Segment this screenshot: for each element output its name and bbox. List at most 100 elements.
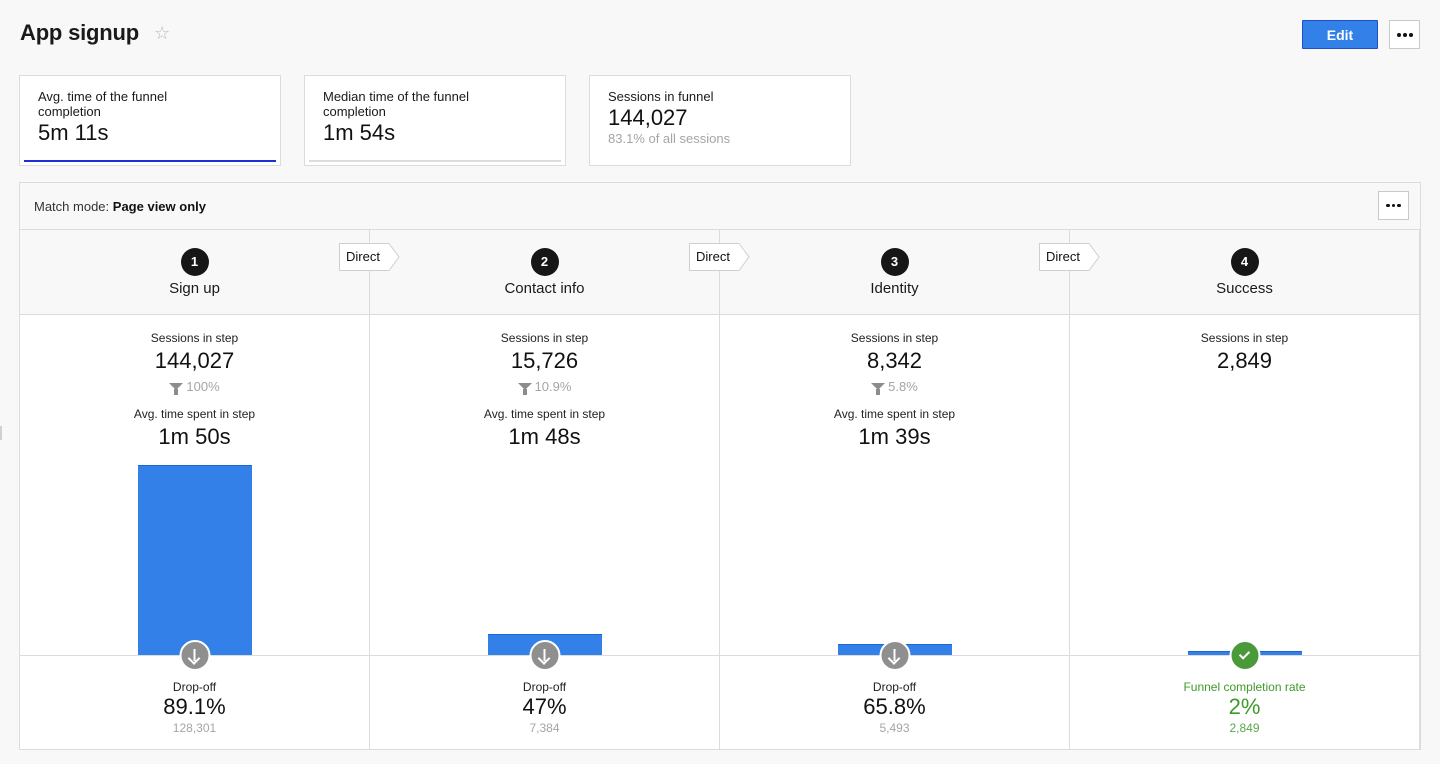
step-name: Sign up: [20, 280, 369, 297]
conversion-percent: 100%: [20, 379, 369, 394]
kpi-subtext: 83.1% of all sessions: [608, 131, 832, 147]
sessions-label: Sessions in step: [1070, 331, 1419, 345]
step-name: Identity: [720, 280, 1069, 297]
step-header[interactable]: 2 Contact info: [370, 230, 719, 315]
step-footer: Drop-off 47% 7,384: [370, 655, 719, 749]
check-icon: [1239, 648, 1250, 659]
step-name: Contact info: [370, 280, 719, 297]
step-footer: Drop-off 65.8% 5,493: [720, 655, 1069, 749]
sessions-value: 15,726: [370, 348, 719, 374]
page-title: App signup: [20, 18, 139, 48]
tab-indicator: [309, 160, 561, 162]
page-header: App signup ☆ Edit: [20, 18, 1420, 50]
kpi-card-sessions: Sessions in funnel 144,027 83.1% of all …: [589, 75, 851, 166]
edit-button[interactable]: Edit: [1302, 20, 1378, 49]
funnel-icon: [518, 383, 532, 390]
kpi-label: Sessions in funnel: [608, 89, 798, 104]
footer-label: Drop-off: [370, 680, 719, 694]
tag-arrow-icon: [388, 243, 400, 271]
footer-count: 2,849: [1070, 721, 1419, 735]
match-mode-label: Match mode:: [34, 199, 109, 214]
arrow-down-icon: [189, 649, 201, 663]
footer-value: 89.1%: [20, 694, 369, 720]
step-header[interactable]: 4 Success: [1070, 230, 1419, 315]
funnel-panel-header: Match mode: Page view only: [20, 183, 1420, 230]
step-header[interactable]: 3 Identity: [720, 230, 1069, 315]
more-options-button[interactable]: [1389, 20, 1420, 49]
ellipsis-dot: [1397, 204, 1401, 208]
funnel-panel: Match mode: Page view only 1 Sign up Ses…: [19, 182, 1421, 750]
step-footer: Drop-off 89.1% 128,301: [20, 655, 369, 749]
dropoff-marker[interactable]: [879, 640, 910, 671]
footer-value: 47%: [370, 694, 719, 720]
ellipsis-icon: [1386, 204, 1390, 208]
funnel-icon: [169, 383, 183, 390]
kpi-card-median-time[interactable]: Median time of the funnel completion 1m …: [304, 75, 566, 166]
match-mode: Match mode: Page view only: [34, 199, 206, 214]
step-number-badge: 1: [181, 248, 209, 276]
footer-count: 5,493: [720, 721, 1069, 735]
step-body: Sessions in step 144,027 100% Avg. time …: [20, 315, 369, 655]
bar-area: [838, 463, 952, 655]
star-outline-icon[interactable]: ☆: [154, 22, 170, 44]
conversion-percent-value: 10.9%: [535, 379, 572, 394]
tag-arrow-icon: [1088, 243, 1100, 271]
sessions-value: 144,027: [20, 348, 369, 374]
funnel-step-2: 2 Contact info Sessions in step 15,726 1…: [370, 230, 720, 749]
footer-count: 128,301: [20, 721, 369, 735]
avg-time-value: 1m 50s: [20, 424, 369, 450]
funnel-step-3: 3 Identity Sessions in step 8,342 5.8% A…: [720, 230, 1070, 749]
sessions-label: Sessions in step: [20, 331, 369, 345]
bar-area: [138, 463, 252, 655]
conversion-percent: 5.8%: [720, 379, 1069, 394]
kpi-value: 1m 54s: [323, 120, 547, 146]
match-mode-value: Page view only: [113, 199, 206, 214]
step-number-badge: 4: [1231, 248, 1259, 276]
footer-label: Funnel completion rate: [1070, 680, 1419, 694]
arrow-down-icon: [889, 649, 901, 663]
funnel-steps: 1 Sign up Sessions in step 144,027 100% …: [20, 230, 1420, 749]
funnel-bar[interactable]: [138, 465, 252, 655]
dropoff-marker[interactable]: [179, 640, 210, 671]
dropoff-marker[interactable]: [529, 640, 560, 671]
tag-arrow-icon: [738, 243, 750, 271]
left-edge-handle[interactable]: [0, 426, 2, 440]
step-body: Sessions in step 15,726 10.9% Avg. time …: [370, 315, 719, 655]
connector-label: Direct: [1039, 243, 1089, 271]
step-number-badge: 3: [881, 248, 909, 276]
connector-label: Direct: [339, 243, 389, 271]
sessions-label: Sessions in step: [370, 331, 719, 345]
ellipsis-dot: [1409, 33, 1413, 37]
kpi-label: Median time of the funnel completion: [323, 89, 513, 119]
footer-value: 2%: [1070, 694, 1419, 720]
avg-time-label: Avg. time spent in step: [20, 407, 369, 421]
funnel-step-1: 1 Sign up Sessions in step 144,027 100% …: [20, 230, 370, 749]
ellipsis-dot: [1392, 204, 1396, 208]
funnel-step-4: 4 Success Sessions in step 2,849 Funnel …: [1070, 230, 1420, 749]
connector-label: Direct: [689, 243, 739, 271]
sessions-value: 2,849: [1070, 348, 1419, 374]
bar-area: [1188, 463, 1302, 655]
kpi-label: Avg. time of the funnel completion: [38, 89, 228, 119]
kpi-cards: Avg. time of the funnel completion 5m 11…: [19, 75, 851, 166]
footer-label: Drop-off: [20, 680, 369, 694]
sessions-label: Sessions in step: [720, 331, 1069, 345]
ellipsis-icon: [1397, 33, 1401, 37]
avg-time-value: 1m 39s: [720, 424, 1069, 450]
funnel-icon: [871, 383, 885, 390]
selected-indicator: [24, 160, 276, 162]
step-footer: Funnel completion rate 2% 2,849: [1070, 655, 1419, 749]
footer-label: Drop-off: [720, 680, 1069, 694]
avg-time-label: Avg. time spent in step: [370, 407, 719, 421]
kpi-card-avg-time[interactable]: Avg. time of the funnel completion 5m 11…: [19, 75, 281, 166]
ellipsis-dot: [1403, 33, 1407, 37]
avg-time-value: 1m 48s: [370, 424, 719, 450]
success-marker[interactable]: [1229, 640, 1260, 671]
footer-count: 7,384: [370, 721, 719, 735]
conversion-percent-value: 5.8%: [888, 379, 918, 394]
bar-area: [488, 463, 602, 655]
panel-more-options-button[interactable]: [1378, 191, 1409, 220]
step-body: Sessions in step 2,849: [1070, 315, 1419, 655]
step-header[interactable]: 1 Sign up: [20, 230, 369, 315]
footer-value: 65.8%: [720, 694, 1069, 720]
